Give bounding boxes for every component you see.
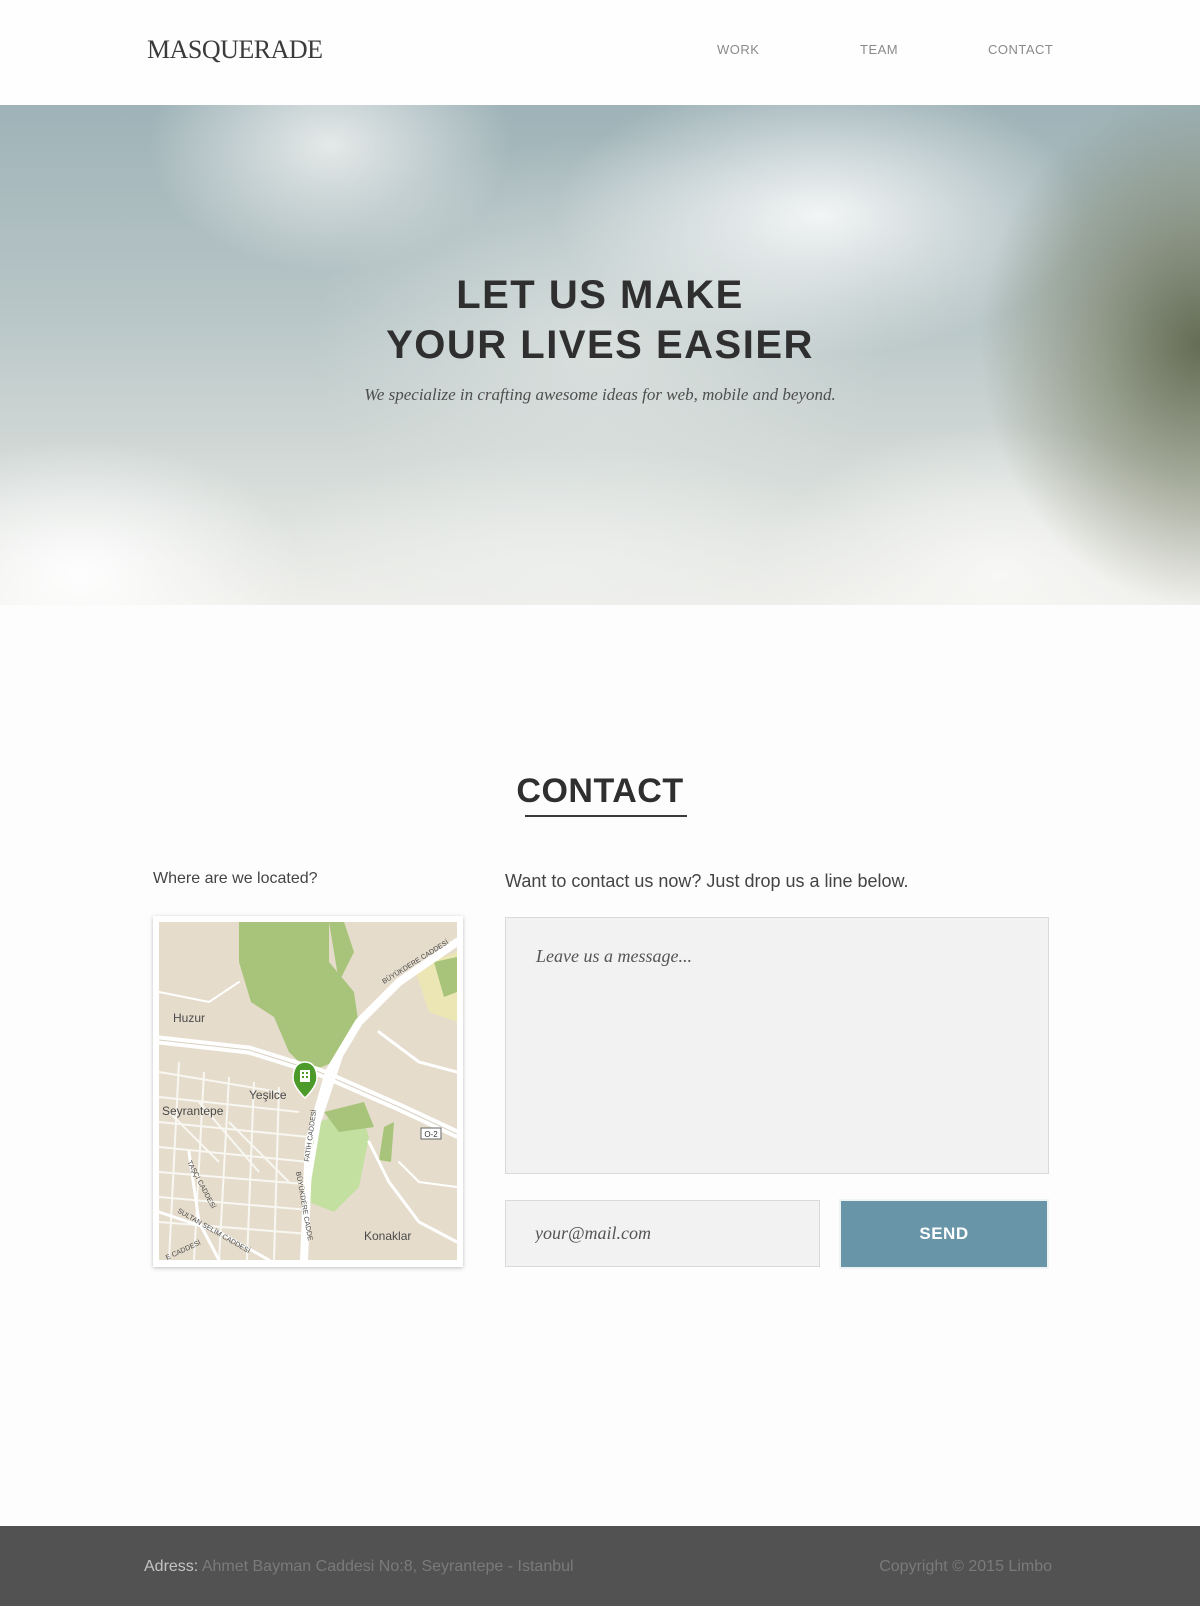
hero-subtitle: We specialize in crafting awesome ideas … <box>364 385 836 404</box>
location-label: Where are we located? <box>153 870 318 887</box>
site-logo[interactable]: MASQUERADE <box>147 35 323 65</box>
svg-text:O-2: O-2 <box>424 1130 438 1139</box>
email-field[interactable] <box>505 1200 820 1267</box>
footer-address-text: Ahmet Bayman Caddesi No:8, Seyrantepe - … <box>198 1558 574 1575</box>
send-button[interactable]: SEND <box>841 1201 1047 1267</box>
form-label: Want to contact us now? Just drop us a l… <box>505 871 909 891</box>
svg-text:Yeşilce: Yeşilce <box>249 1088 287 1102</box>
hero-title: LET US MAKE YOUR LIVES EASIER <box>0 270 1200 370</box>
location-map[interactable]: O-2 Huzur Yeşilce Seyrantepe Konaklar BÜ… <box>159 922 457 1260</box>
nav-contact[interactable]: CONTACT <box>988 42 1053 57</box>
svg-text:Seyrantepe: Seyrantepe <box>162 1104 224 1118</box>
footer-address: Adress: Ahmet Bayman Caddesi No:8, Seyra… <box>144 1558 574 1576</box>
hero-title-line-1: LET US MAKE <box>456 273 744 317</box>
nav-work[interactable]: WORK <box>717 42 759 57</box>
nav-team[interactable]: TEAM <box>860 42 898 57</box>
site-footer: Adress: Ahmet Bayman Caddesi No:8, Seyra… <box>0 1526 1200 1606</box>
contact-section-title: CONTACT <box>516 772 684 810</box>
footer-copyright: Copyright © 2015 Limbo <box>879 1558 1052 1575</box>
svg-text:Huzur: Huzur <box>173 1011 205 1025</box>
title-underline <box>525 815 687 817</box>
map-card: O-2 Huzur Yeşilce Seyrantepe Konaklar BÜ… <box>153 916 463 1267</box>
svg-text:Konaklar: Konaklar <box>364 1229 411 1243</box>
hero-title-line-2: YOUR LIVES EASIER <box>386 323 814 367</box>
hero-banner: LET US MAKE YOUR LIVES EASIER We special… <box>0 105 1200 605</box>
message-textarea[interactable] <box>505 917 1049 1174</box>
site-header: MASQUERADE WORK TEAM CONTACT <box>0 0 1200 105</box>
footer-address-label: Adress: <box>144 1558 199 1575</box>
